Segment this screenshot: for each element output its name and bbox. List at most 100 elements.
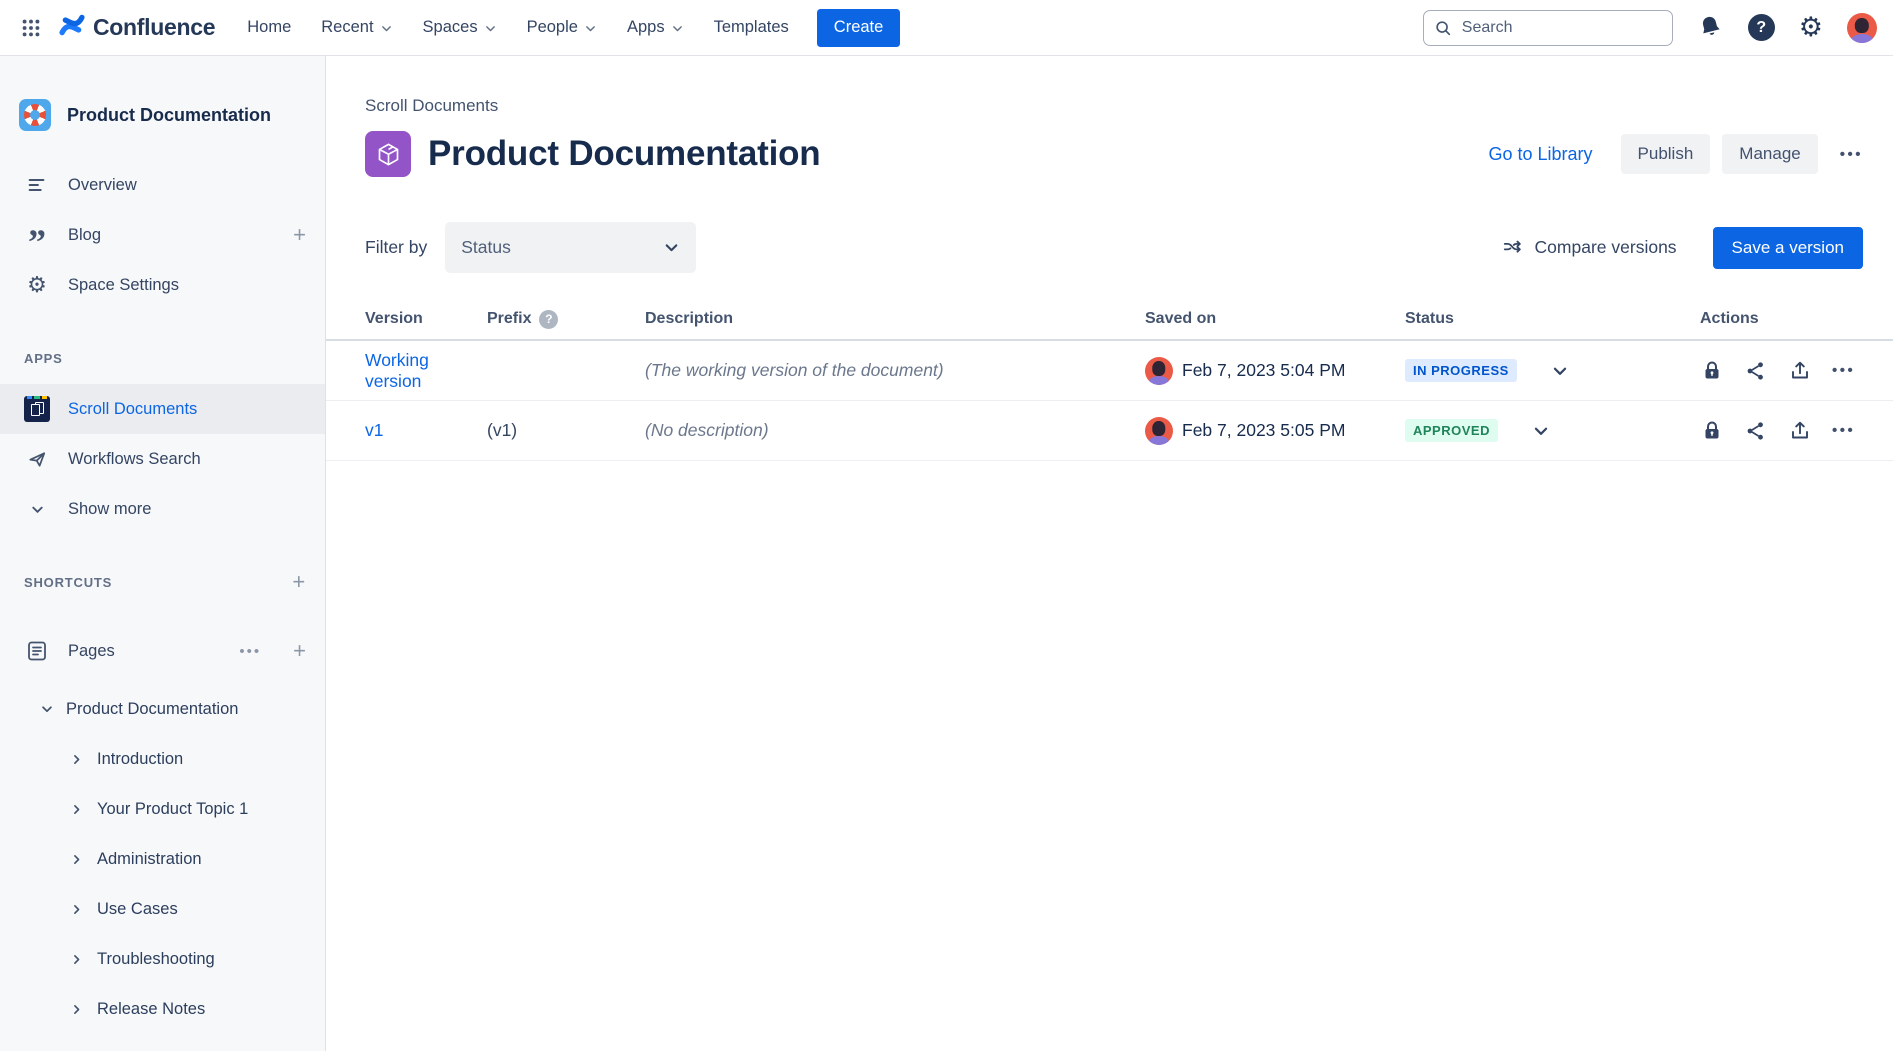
row-more-actions-icon[interactable]: ••• [1832,422,1855,439]
apps-section-label: APPS [0,344,325,372]
filter-bar: Filter by Status Compare versions Save a… [365,222,1863,273]
sidebar-item-workflows-search[interactable]: Workflows Search [0,434,325,484]
chevron-right-icon[interactable] [70,1003,83,1016]
pages-icon [24,639,50,663]
add-blog-icon[interactable]: + [293,224,306,246]
chevron-right-icon[interactable] [70,753,83,766]
breadcrumb[interactable]: Scroll Documents [365,96,498,116]
save-a-version-button[interactable]: Save a version [1713,227,1863,269]
lock-icon[interactable] [1700,359,1724,383]
share-icon[interactable] [1744,419,1768,443]
actions-cell: ••• [1670,359,1863,383]
table-header-row: Version Prefix ? Description Saved on St… [326,299,1893,341]
confluence-logo-icon [58,11,86,44]
share-icon[interactable] [1744,359,1768,383]
chevron-right-icon[interactable] [70,803,83,816]
sidebar-item-space-settings[interactable]: ⚙ Space Settings [0,260,325,310]
chevron-right-icon[interactable] [70,953,83,966]
topbar-right: ? ⚙ [1423,10,1877,46]
page-title: Product Documentation [428,134,820,174]
search-input[interactable] [1423,10,1673,46]
add-page-icon[interactable]: + [293,640,306,662]
chevron-down-icon [24,502,50,517]
tree-item-use-cases[interactable]: Use Cases [0,884,325,934]
publish-button[interactable]: Publish [1621,134,1711,174]
settings-gear-icon[interactable]: ⚙ [1799,14,1823,41]
nav-templates[interactable]: Templates [714,18,789,37]
chevron-down-icon[interactable] [40,702,54,716]
description-cell: (No description) [645,420,1145,441]
col-status: Status [1405,310,1670,328]
nav-recent[interactable]: Recent [321,18,392,37]
more-actions-icon[interactable]: ••• [1840,146,1863,163]
table-row: v1 (v1) (No description) Feb 7, 2023 5:0… [326,401,1893,461]
chevron-right-icon[interactable] [70,903,83,916]
sidebar-item-overview[interactable]: Overview [0,160,325,210]
workflows-icon [24,448,50,471]
version-toolbar: Compare versions Save a version [1502,227,1863,269]
sidebar-item-scroll-documents[interactable]: Scroll Documents [0,384,325,434]
col-actions: Actions [1670,310,1863,328]
notifications-bell-icon[interactable] [1697,14,1724,41]
lock-icon[interactable] [1700,419,1724,443]
saver-avatar [1145,357,1173,385]
chevron-right-icon[interactable] [70,853,83,866]
tree-item-troubleshooting[interactable]: Troubleshooting [0,934,325,984]
expand-status-chevron-icon[interactable] [1532,422,1550,440]
nav-spaces[interactable]: Spaces [423,18,497,37]
status-cell: APPROVED [1405,419,1670,442]
sidebar-pages-header[interactable]: Pages ••• + [0,626,325,676]
chevron-down-icon [584,22,597,35]
sidebar-item-blog[interactable]: ” Blog + [0,210,325,260]
expand-status-chevron-icon[interactable] [1551,362,1569,380]
export-icon[interactable] [1788,359,1812,383]
brand-name: Confluence [93,14,215,41]
version-link[interactable]: v1 [365,420,487,441]
saved-on-cell: Feb 7, 2023 5:05 PM [1145,417,1405,445]
actions-cell: ••• [1670,419,1863,443]
search-icon [1434,19,1452,37]
user-avatar[interactable] [1847,13,1877,43]
tree-item-release-notes[interactable]: Release Notes [0,984,325,1034]
confluence-logo[interactable]: Confluence [58,11,215,44]
status-badge: APPROVED [1405,419,1498,442]
tree-item-your-product-topic-1[interactable]: Your Product Topic 1 [0,784,325,834]
space-lifebuoy-icon [19,99,51,131]
status-cell: IN PROGRESS [1405,359,1670,382]
tree-item-administration[interactable]: Administration [0,834,325,884]
space-sidebar: Product Documentation Overview ” Blog + … [0,56,326,1051]
document-actions: Go to Library Publish Manage ••• [1488,134,1863,174]
help-icon[interactable]: ? [1748,14,1775,41]
tree-item-product-documentation[interactable]: Product Documentation [0,684,325,734]
nav-people[interactable]: People [527,18,597,37]
tree-item-introduction[interactable]: Introduction [0,734,325,784]
compare-versions-button[interactable]: Compare versions [1502,237,1677,259]
space-header[interactable]: Product Documentation [0,90,325,140]
create-button[interactable]: Create [817,9,901,47]
add-shortcut-icon[interactable]: + [292,571,306,593]
export-icon[interactable] [1788,419,1812,443]
document-header: Product Documentation Go to Library Publ… [365,130,1863,178]
status-filter-dropdown[interactable]: Status [445,222,696,273]
saved-on-cell: Feb 7, 2023 5:04 PM [1145,357,1405,385]
chevron-down-icon [380,22,393,35]
prefix-help-icon[interactable]: ? [539,310,558,329]
manage-button[interactable]: Manage [1722,134,1817,174]
row-more-actions-icon[interactable]: ••• [1832,362,1855,379]
shortcuts-section-label: SHORTCUTS + [0,568,325,596]
nav-home[interactable]: Home [247,18,291,37]
sidebar-show-more[interactable]: Show more [0,484,325,534]
filter-by-label: Filter by [365,237,427,258]
nav-apps[interactable]: Apps [627,18,684,37]
col-prefix: Prefix ? [487,310,645,329]
gear-icon: ⚙ [24,274,50,296]
go-to-library-link[interactable]: Go to Library [1488,144,1592,165]
pages-more-icon[interactable]: ••• [239,643,261,660]
search [1423,10,1673,46]
chevron-down-icon [671,22,684,35]
quote-icon: ” [24,220,50,250]
chevron-down-icon [663,239,680,256]
version-link[interactable]: Working version [365,350,487,392]
description-cell: (The working version of the document) [645,360,1145,381]
app-switcher-icon[interactable] [14,11,48,45]
